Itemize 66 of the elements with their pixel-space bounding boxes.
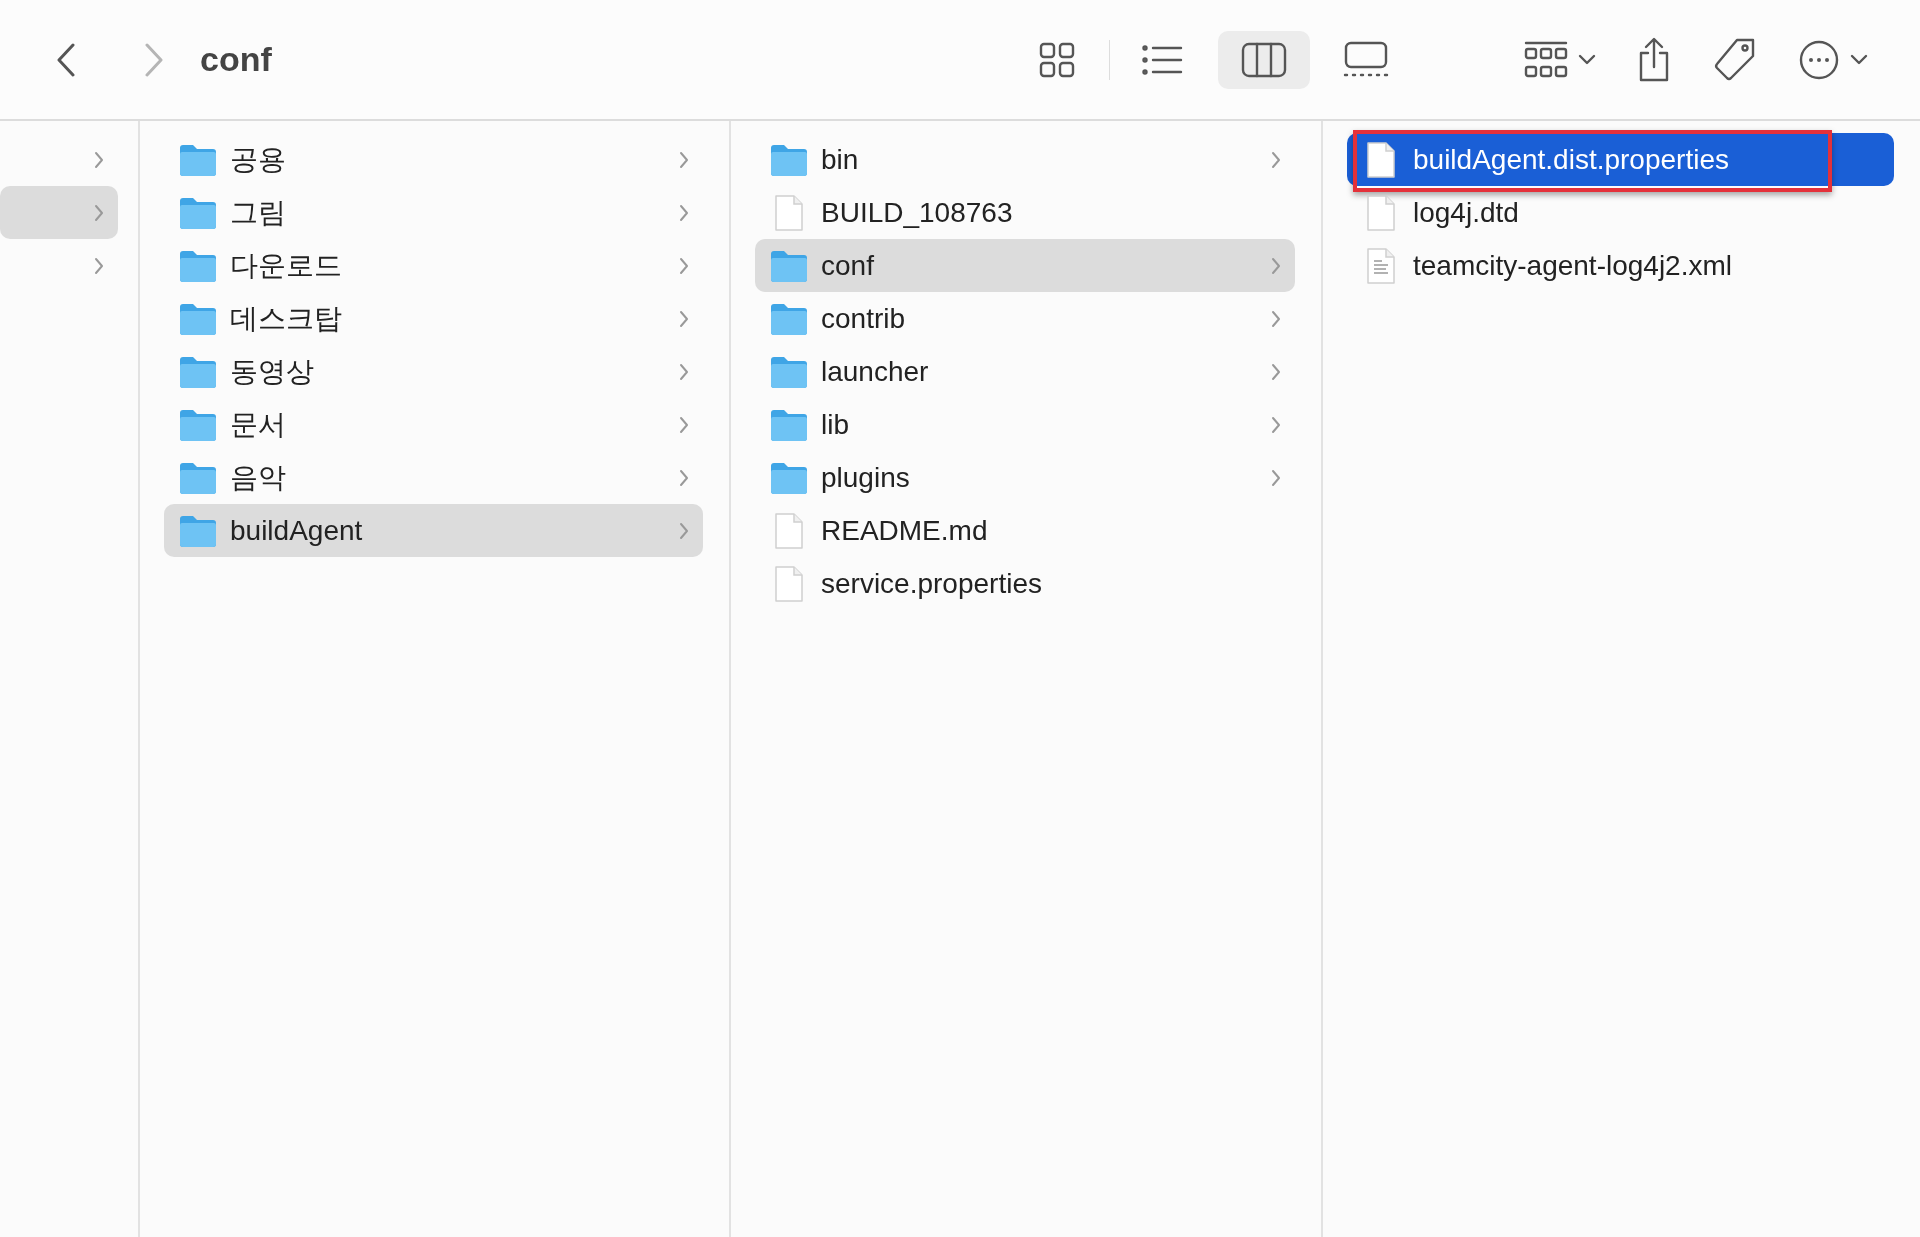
file-list-item[interactable]: launcher (755, 345, 1295, 398)
folder-icon (769, 301, 809, 336)
folder-icon (178, 142, 218, 177)
file-name: conf (821, 249, 875, 282)
folder-icon (769, 142, 809, 177)
file-list-item[interactable]: 데스크탑 (164, 292, 703, 345)
folder-icon (769, 248, 809, 283)
file-name: service.properties (821, 567, 1043, 600)
file-list-item[interactable]: conf (755, 239, 1295, 292)
file-name: lib (821, 408, 850, 441)
file-name: 음악 (230, 460, 287, 495)
file-list-item[interactable]: contrib (755, 292, 1295, 345)
file-list-item[interactable]: README.md (755, 504, 1295, 557)
file-name: log4j.dtd (1413, 196, 1520, 229)
gallery-icon (1342, 40, 1390, 79)
file-list-item[interactable]: service.properties (755, 557, 1295, 610)
grid-icon (1038, 40, 1076, 79)
folder-icon (178, 248, 218, 283)
window-title: conf (200, 40, 272, 79)
folder-icon (769, 354, 809, 389)
file-list-item[interactable]: 음악 (164, 451, 703, 504)
folder-icon (178, 407, 218, 442)
file-name: 공용 (230, 142, 287, 177)
folder-icon (769, 460, 809, 495)
file-list-item[interactable]: 문서 (164, 398, 703, 451)
folder-icon (769, 407, 809, 442)
folder-icon (178, 301, 218, 336)
folder-icon (178, 513, 218, 548)
file-name: buildAgent (230, 514, 364, 547)
file-name: 동영상 (230, 354, 315, 389)
file-list-item[interactable]: plugins (755, 451, 1295, 504)
file-name: teamcity-agent-log4j2.xml (1413, 249, 1734, 282)
file-list-item[interactable]: BUILD_108763 (755, 186, 1295, 239)
file-name: 문서 (230, 407, 287, 442)
group-icon (1524, 39, 1568, 80)
folder-icon (178, 195, 218, 230)
file-name: BUILD_108763 (821, 196, 1014, 229)
folder-icon (178, 460, 218, 495)
file-name: launcher (821, 355, 930, 388)
columns-icon (1241, 41, 1287, 78)
file-name: README.md (821, 514, 989, 547)
file-list-item[interactable]: buildAgent (164, 504, 703, 557)
chevron-down-icon (1578, 53, 1596, 66)
folder-icon (178, 354, 218, 389)
file-name: plugins (821, 461, 911, 494)
file-list-item[interactable]: 다운로드 (164, 239, 703, 292)
more-icon (1798, 38, 1840, 81)
file-list-item[interactable]: teamcity-agent-log4j2.xml (1347, 239, 1894, 292)
chevron-left-icon (56, 42, 76, 77)
file-name: 그림 (230, 195, 287, 230)
file-list-item[interactable]: 그림 (164, 186, 703, 239)
file-name: bin (821, 143, 860, 176)
file-list-item[interactable]: buildAgent.dist.properties (1347, 133, 1894, 186)
chevron-down-icon (1850, 53, 1868, 66)
file-name: buildAgent.dist.properties (1413, 143, 1730, 176)
file-list-item[interactable]: 동영상 (164, 345, 703, 398)
list-icon (1141, 42, 1183, 77)
view-button[interactable] (1218, 30, 1310, 89)
file-list-item[interactable]: bin (755, 133, 1295, 186)
chevron-right-icon (144, 42, 164, 77)
file-list-item[interactable]: 공용 (164, 133, 703, 186)
file-name: 다운로드 (230, 248, 343, 283)
file-name: 데스크탑 (230, 301, 343, 336)
file-list-item[interactable]: log4j.dtd (1347, 186, 1894, 239)
file-name: contrib (821, 302, 907, 335)
file-list-item[interactable]: lib (755, 398, 1295, 451)
